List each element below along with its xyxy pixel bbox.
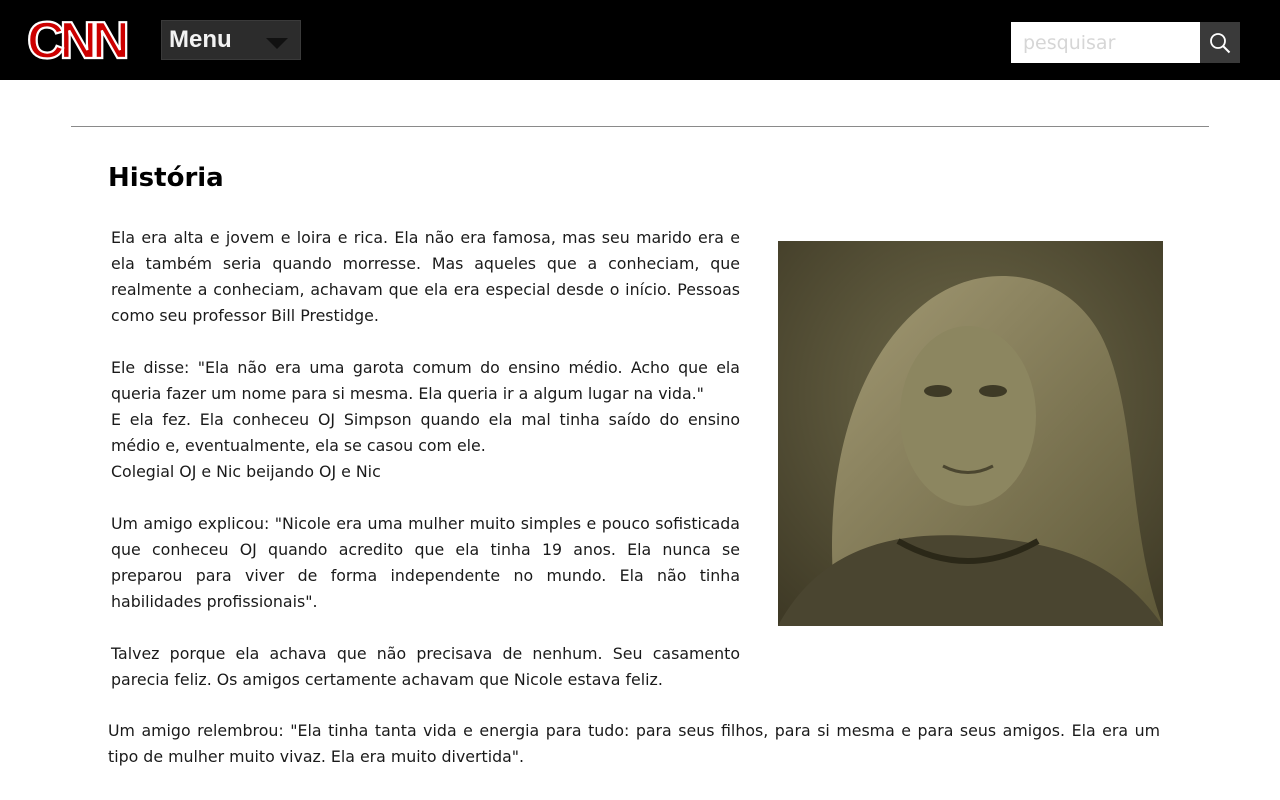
menu-button[interactable]: Menu: [161, 20, 301, 60]
top-navigation-bar: CNN Menu: [0, 0, 1280, 80]
paragraph: Talvez porque ela achava que não precisa…: [111, 644, 740, 689]
portrait-photo: [778, 241, 1163, 626]
search-button[interactable]: [1200, 22, 1240, 63]
paragraph: Ela era alta e jovem e loira e rica. Ela…: [111, 228, 740, 325]
paragraph: E ela fez. Ela conheceu OJ Simpson quand…: [111, 410, 740, 455]
paragraph: Ele disse: "Ela não era uma garota comum…: [111, 358, 740, 403]
cnn-logo[interactable]: CNN: [26, 11, 136, 71]
paragraph: Colegial OJ e Nic beijando OJ e Nic: [111, 462, 381, 481]
paragraph: Um amigo relembrou: "Ela tinha tanta vid…: [108, 721, 1160, 766]
paragraph: Um amigo explicou: "Nicole era uma mulhe…: [111, 514, 740, 611]
search-icon: [1210, 33, 1231, 54]
chevron-down-icon: [266, 38, 288, 49]
article-body: Ela era alta e jovem e loira e rica. Ela…: [111, 225, 740, 693]
search-input[interactable]: [1011, 22, 1200, 63]
logo-text: CNN: [27, 13, 127, 67]
page-title: História: [108, 163, 224, 193]
menu-label: Menu: [169, 26, 232, 53]
divider: [71, 126, 1209, 127]
